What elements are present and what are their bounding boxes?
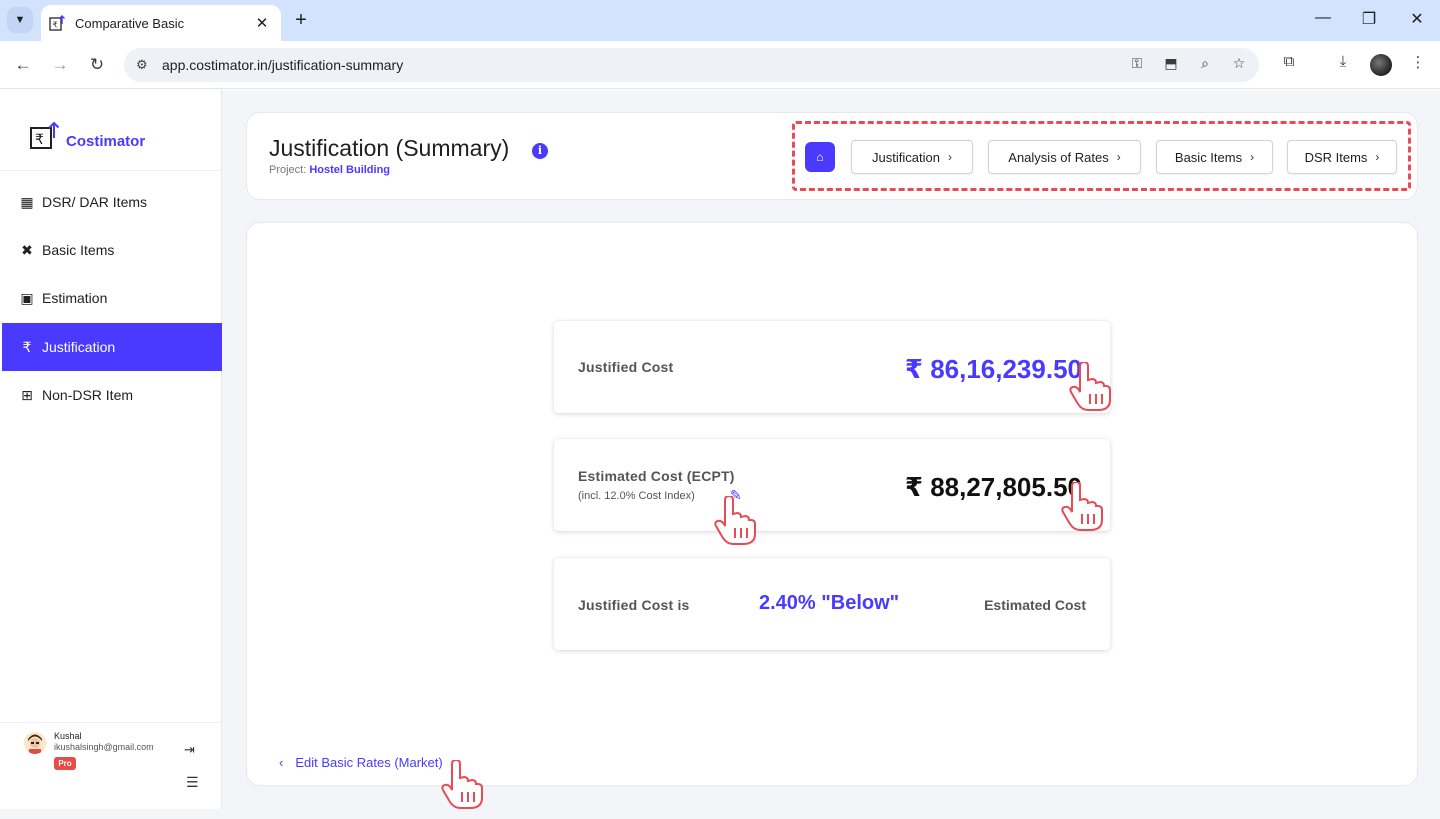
calculator-icon: ▣ xyxy=(20,289,34,306)
reload-icon[interactable]: ↻ xyxy=(85,53,109,77)
pointer-hand-icon xyxy=(714,496,756,545)
app-root: ₹ Costimator ▦ DSR/ DAR Items ✖ Basic It… xyxy=(0,90,1440,819)
address-bar[interactable]: ⚙ app.costimator.in/justification-summar… xyxy=(124,48,1259,82)
add-box-icon: ⊞ xyxy=(21,386,33,403)
comparison-right-text: Estimated Cost xyxy=(984,597,1086,613)
logout-icon[interactable]: ⇥ xyxy=(184,742,195,758)
sidebar-item-dsr-dar-items[interactable]: ▦ DSR/ DAR Items xyxy=(2,178,222,226)
pointer-hand-icon xyxy=(441,760,483,809)
project-name: Hostel Building xyxy=(309,164,391,176)
breadcrumb-dsr-items[interactable]: DSR Items › xyxy=(1287,140,1397,174)
menu-icon[interactable]: ⋮ xyxy=(1406,53,1430,77)
close-tab-icon[interactable]: ✕ xyxy=(253,14,271,32)
user-name: Kushal xyxy=(54,731,82,741)
breadcrumb-label: DSR Items xyxy=(1304,149,1368,165)
table-icon: ▦ xyxy=(20,193,34,210)
url-text[interactable]: app.costimator.in/justification-summary xyxy=(162,57,403,73)
chevron-left-icon: ‹ xyxy=(279,755,284,770)
user-email: ikushalsingh@gmail.com xyxy=(54,742,154,752)
close-window-icon[interactable]: ✕ xyxy=(1405,9,1429,31)
home-icon[interactable]: ⌂ xyxy=(805,142,835,172)
site-info-icon[interactable]: ⚙ xyxy=(136,57,152,73)
forward-icon[interactable]: → xyxy=(48,53,72,77)
back-icon[interactable]: ← xyxy=(11,53,35,77)
pro-badge: Pro xyxy=(54,757,76,770)
cost-index-note: (incl. 12.0% Cost Index) xyxy=(578,490,695,502)
sidebar-item-basic-items[interactable]: ✖ Basic Items xyxy=(2,226,222,274)
sidebar-item-label: Non-DSR Item xyxy=(42,387,134,403)
collapse-sidebar-icon[interactable]: ☰ xyxy=(186,774,199,791)
sidebar: ₹ Costimator ▦ DSR/ DAR Items ✖ Basic It… xyxy=(0,90,222,809)
breadcrumb: ⌂ Justification › Analysis of Rates › Ba… xyxy=(792,121,1411,191)
edit-basic-rates-link[interactable]: ‹ Edit Basic Rates (Market) xyxy=(279,755,443,770)
svg-text:₹: ₹ xyxy=(35,132,44,148)
justified-cost-label: Justified Cost xyxy=(578,359,674,375)
brand[interactable]: ₹ Costimator xyxy=(30,120,145,152)
svg-text:₹: ₹ xyxy=(53,21,58,30)
browser-toolbar: ← → ↻ ⚙ app.costimator.in/justification-… xyxy=(0,41,1440,89)
sidebar-item-estimation[interactable]: ▣ Estimation xyxy=(2,274,222,322)
divider xyxy=(0,170,222,171)
info-icon[interactable]: i xyxy=(532,143,548,159)
breadcrumb-label: Basic Items xyxy=(1174,149,1243,165)
chevron-right-icon: › xyxy=(1116,150,1121,164)
browser-profile-avatar[interactable] xyxy=(1370,54,1392,76)
breadcrumb-label: Justification xyxy=(872,149,940,165)
browser-tabbar: ▼ ₹ Comparative Basic ✕ + — ❐ ✕ xyxy=(0,0,1440,41)
avatar[interactable] xyxy=(24,732,46,754)
pointer-hand-icon xyxy=(1061,482,1103,531)
divider xyxy=(0,722,222,723)
sidebar-item-label: Basic Items xyxy=(42,242,115,258)
breadcrumb-basic-items[interactable]: Basic Items › xyxy=(1156,140,1273,174)
tools-icon: ✖ xyxy=(21,241,33,258)
zoom-icon[interactable]: ⌕ xyxy=(1195,55,1215,75)
comparison-percentage: 2.40% "Below" xyxy=(759,592,900,614)
page-header: Justification (Summary) i Project: Hoste… xyxy=(246,112,1418,200)
sidebar-item-justification[interactable]: ₹ Justification xyxy=(2,323,222,371)
project-line: Project: Hostel Building xyxy=(269,164,390,176)
summary-panel: Justified Cost ₹ 86,16,239.50 Estimated … xyxy=(246,222,1418,786)
pointer-hand-icon xyxy=(1069,362,1111,411)
tab-title: Comparative Basic xyxy=(75,15,185,31)
comparison-left-text: Justified Cost is xyxy=(578,597,690,613)
brand-name: Costimator xyxy=(66,132,146,150)
estimated-cost-value[interactable]: ₹ 88,27,805.50 xyxy=(905,472,1082,503)
sidebar-item-label: Estimation xyxy=(42,290,108,306)
key-icon[interactable]: ⚿ xyxy=(1127,55,1147,75)
justified-cost-value[interactable]: ₹ 86,16,239.50 xyxy=(905,354,1082,385)
page-title: Justification (Summary) xyxy=(269,135,510,161)
chevron-right-icon: › xyxy=(1250,150,1255,164)
new-tab-plus-icon[interactable]: + xyxy=(290,9,312,31)
costimator-logo-icon: ₹ xyxy=(30,121,60,149)
breadcrumb-label: Analysis of Rates xyxy=(1008,149,1109,165)
browser-tab[interactable]: ₹ Comparative Basic ✕ xyxy=(41,5,281,41)
rupee-icon: ₹ xyxy=(22,338,32,355)
estimated-cost-card: Estimated Cost (ECPT) (incl. 12.0% Cost … xyxy=(554,439,1110,531)
comparison-card: Justified Cost is 2.40% "Below" Estimate… xyxy=(554,558,1110,650)
costimator-favicon-icon: ₹ xyxy=(49,15,65,31)
project-label: Project: xyxy=(269,164,307,176)
extensions-icon[interactable]: ⧉ xyxy=(1277,53,1301,77)
chevron-right-icon: › xyxy=(947,150,952,164)
star-icon[interactable]: ☆ xyxy=(1229,55,1249,75)
breadcrumb-analysis-of-rates[interactable]: Analysis of Rates › xyxy=(988,140,1141,174)
justified-cost-card: Justified Cost ₹ 86,16,239.50 xyxy=(554,321,1110,413)
restore-icon[interactable]: ❐ xyxy=(1357,9,1381,31)
minimize-icon[interactable]: — xyxy=(1311,9,1335,31)
install-icon[interactable]: ⬒ xyxy=(1161,55,1181,75)
chevron-right-icon: › xyxy=(1375,150,1380,164)
sidebar-item-label: DSR/ DAR Items xyxy=(42,194,148,210)
sidebar-item-label: Justification xyxy=(42,339,116,355)
tab-list-chevron-down-icon[interactable]: ▼ xyxy=(7,7,33,33)
estimated-cost-label: Estimated Cost (ECPT) xyxy=(578,468,735,484)
edit-basic-rates-label: Edit Basic Rates (Market) xyxy=(295,755,443,770)
download-icon[interactable]: ⤓ xyxy=(1331,53,1355,77)
breadcrumb-justification[interactable]: Justification › xyxy=(851,140,973,174)
avatar-illustration-icon xyxy=(24,732,46,754)
sidebar-item-non-dsr-item[interactable]: ⊞ Non-DSR Item xyxy=(2,371,222,419)
